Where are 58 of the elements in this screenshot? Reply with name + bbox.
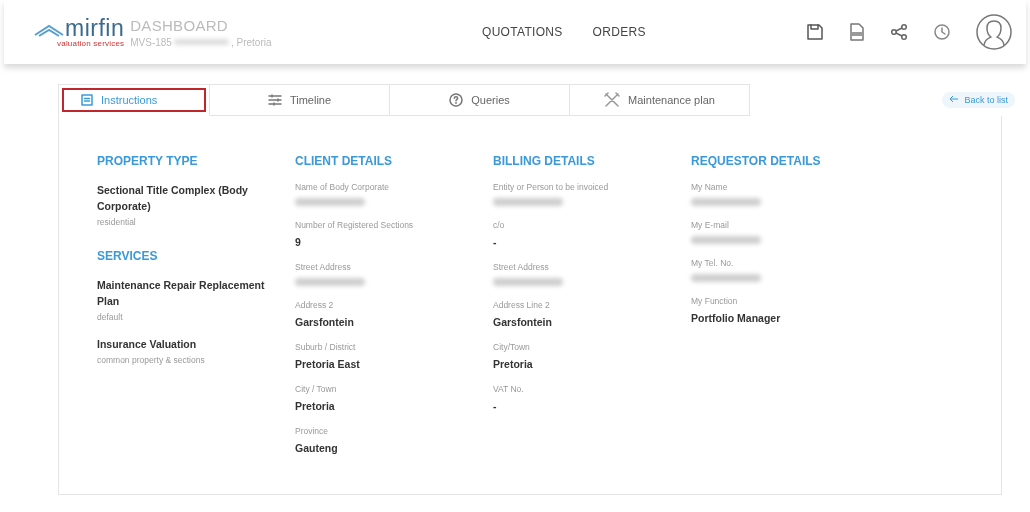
field-label: City / Town <box>295 384 338 394</box>
document-icon <box>81 94 93 106</box>
field-label: Number of Registered Sections <box>295 220 415 230</box>
tools-icon <box>604 92 621 108</box>
field-value: - <box>493 400 498 412</box>
field-label: Address Line 2 <box>493 300 551 310</box>
field-value: Garsfontein <box>295 316 355 328</box>
field-value: 9 <box>295 236 302 248</box>
share-icon[interactable] <box>890 23 908 41</box>
field-label: Street Address <box>295 262 352 272</box>
timeline-icon <box>267 94 282 106</box>
service-title: Maintenance Repair Replacement Plan <box>97 278 266 309</box>
field-label: Address 2 <box>295 300 335 310</box>
service-title: Insurance Valuation <box>97 337 198 352</box>
field-label: My Function <box>691 296 739 306</box>
avatar-icon[interactable] <box>976 14 1012 50</box>
field-label: Street Address <box>493 262 550 272</box>
field-value: Pretoria East <box>295 358 361 370</box>
service-note: common property & sections <box>97 355 206 365</box>
field-label: Province <box>295 426 330 436</box>
field-label: City/Town <box>493 342 531 352</box>
tab[interactable]: Instructions <box>58 84 210 116</box>
field-value: Gauteng <box>295 442 339 454</box>
tab[interactable]: Queries <box>390 84 570 116</box>
service-note: residential <box>97 217 137 227</box>
section-heading: REQUESTOR DETAILS <box>691 154 822 168</box>
service-title: Sectional Title Complex (Body Corporate) <box>97 183 249 214</box>
section-heading: CLIENT DETAILS <box>295 154 394 168</box>
field-label: VAT No. <box>493 384 525 394</box>
field-label: My Tel. No. <box>691 258 735 268</box>
section-heading: PROPERTY TYPE <box>97 154 199 168</box>
clock-icon[interactable] <box>933 23 951 41</box>
field-label: My Name <box>691 182 729 192</box>
tab[interactable]: Timeline <box>210 84 390 116</box>
field-label: My E-mail <box>691 220 730 230</box>
document-icon[interactable] <box>849 23 865 41</box>
field-label: Suburb / District <box>295 342 357 352</box>
field-label: Entity or Person to be invoiced <box>493 182 610 192</box>
section-heading: BILLING DETAILS <box>493 154 596 168</box>
field-label: Name of Body Corporate <box>295 182 391 192</box>
nav-link[interactable]: ORDERS <box>592 25 646 39</box>
order-location: , Pretoria <box>230 36 272 48</box>
tab[interactable]: Maintenance plan <box>570 84 750 116</box>
save-icon[interactable] <box>806 23 824 41</box>
field-value: Pretoria <box>493 358 534 370</box>
order-reference: MVS-185 <box>130 36 172 48</box>
question-icon <box>449 93 464 107</box>
field-value: Pretoria <box>295 400 336 412</box>
field-value: - <box>493 236 498 248</box>
field-value: Garsfontein <box>493 316 553 328</box>
nav-link[interactable]: QUOTATIONS <box>482 25 563 39</box>
arrow-icon <box>949 95 960 105</box>
service-note: default <box>97 312 124 322</box>
field-value: Portfolio Manager <box>691 312 782 324</box>
field-label: c/o <box>493 220 506 230</box>
page-title: DASHBOARD <box>130 16 229 34</box>
section-heading: SERVICES <box>97 249 159 263</box>
company-logo[interactable]: mirfin valuation services <box>34 16 125 48</box>
